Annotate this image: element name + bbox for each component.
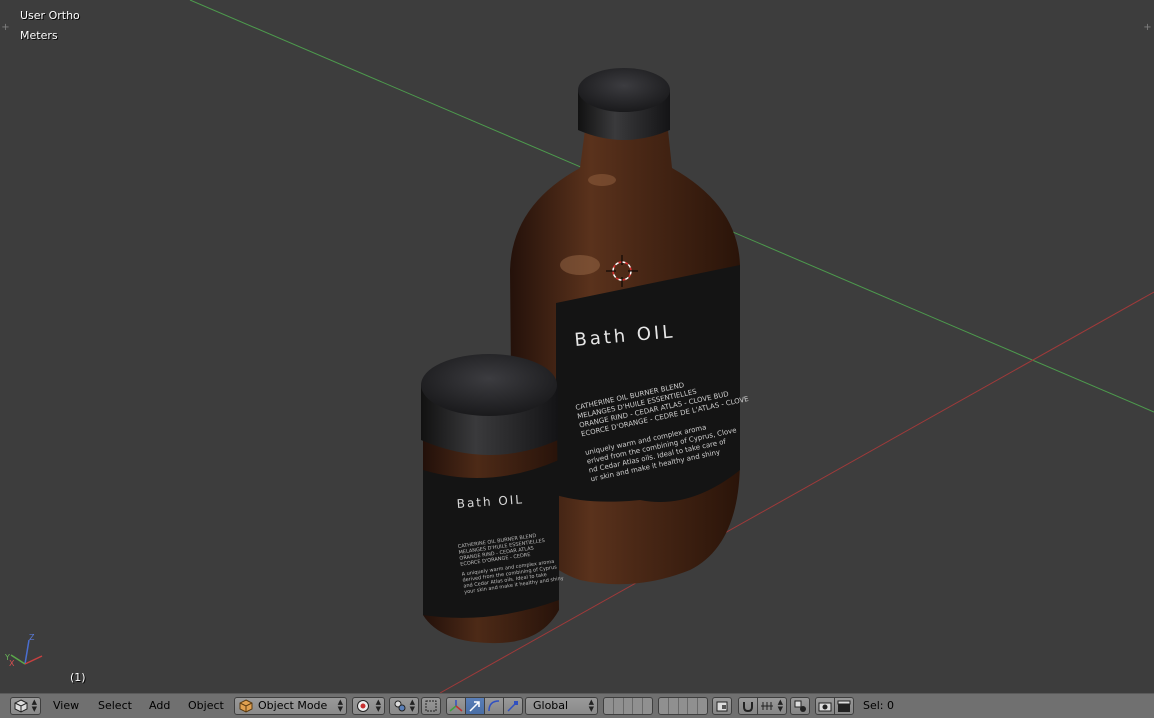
snap-target-button[interactable] [790, 697, 810, 715]
view-name-label: User Ortho [20, 9, 80, 22]
object-cube-icon [239, 699, 253, 713]
dropdown-arrows-icon: ▲ ▼ [375, 698, 381, 713]
region-toggle-left-icon[interactable]: + [1, 23, 10, 33]
magnet-icon [743, 702, 753, 713]
units-label: Meters [20, 29, 58, 42]
layer-buttons-group-1[interactable] [603, 697, 653, 715]
rotate-arc-icon [488, 700, 500, 712]
dropdown-arrows-icon: ▲ ▼ [31, 698, 37, 713]
menu-select[interactable]: Select [94, 697, 136, 715]
pivot-icon [394, 700, 406, 712]
snap-element-dropdown[interactable]: ▲ ▼ [757, 697, 787, 715]
transform-orientation-dropdown[interactable]: Global ▲ ▼ [525, 697, 598, 715]
clapperboard-icon [837, 700, 851, 712]
lock-scene-icon [716, 701, 728, 712]
manipulator-toggle-button[interactable] [421, 697, 441, 715]
dropdown-arrows-icon: ▲ ▼ [588, 698, 594, 713]
viewport-header: ▲ ▼ View Select Add Object Object Mode ▲ ▼… [0, 693, 1154, 718]
scale-manipulator-button[interactable] [503, 697, 523, 715]
region-toggle-right-icon[interactable]: + [1143, 23, 1152, 33]
render-animation-button[interactable] [834, 697, 854, 715]
render-still-button[interactable] [815, 697, 835, 715]
large-bottle-cap [578, 68, 670, 140]
cube-icon [14, 699, 28, 713]
menu-object[interactable]: Object [184, 697, 228, 715]
move-manipulator-button[interactable] [465, 697, 485, 715]
mode-dropdown[interactable]: Object Mode ▲ ▼ [234, 697, 347, 715]
camera-icon [818, 702, 832, 712]
viewport-shading-button[interactable]: ▲ ▼ [352, 697, 385, 715]
orientation-label: Global [533, 699, 569, 712]
pivot-point-button[interactable]: ▲ ▼ [389, 697, 419, 715]
manipulator-icon [425, 700, 437, 712]
small-jar[interactable]: Bath OIL CATHERINE OIL BURNER BLEND MELA… [421, 354, 564, 644]
selection-count: Sel: 0 [863, 699, 895, 712]
snap-increment-icon [761, 702, 773, 710]
layer-buttons-group-2[interactable] [658, 697, 708, 715]
dropdown-arrows-icon: ▲ ▼ [337, 698, 343, 713]
3d-viewport[interactable]: Bath OIL CATHERINE OIL BURNER BLEND MELA… [0, 0, 1154, 693]
dropdown-arrows-icon: ▲ ▼ [409, 698, 415, 713]
dropdown-arrows-icon: ▲ ▼ [777, 698, 783, 713]
scene-canvas[interactable]: Bath OIL CATHERINE OIL BURNER BLEND MELA… [0, 0, 1154, 693]
menu-add[interactable]: Add [145, 697, 174, 715]
frame-number-label: (1) [70, 671, 86, 684]
axis-arrows-icon [449, 700, 463, 712]
rotate-manipulator-button[interactable] [484, 697, 504, 715]
editor-type-button[interactable]: ▲ ▼ [10, 697, 41, 715]
snap-target-icon [794, 700, 806, 712]
gizmo-x-label: X [9, 659, 15, 668]
translate-manipulator-button[interactable] [446, 697, 466, 715]
scale-icon [507, 701, 518, 712]
axis-gizmo: Z Y X [4, 633, 43, 668]
gizmo-z-label: Z [29, 633, 35, 642]
arrow-icon [469, 701, 480, 712]
shading-sphere-icon [357, 700, 369, 712]
small-jar-cap [421, 354, 558, 455]
snap-toggle-button[interactable] [738, 697, 758, 715]
menu-view[interactable]: View [49, 697, 83, 715]
lock-layers-button[interactable] [712, 697, 732, 715]
mode-label: Object Mode [258, 699, 328, 712]
